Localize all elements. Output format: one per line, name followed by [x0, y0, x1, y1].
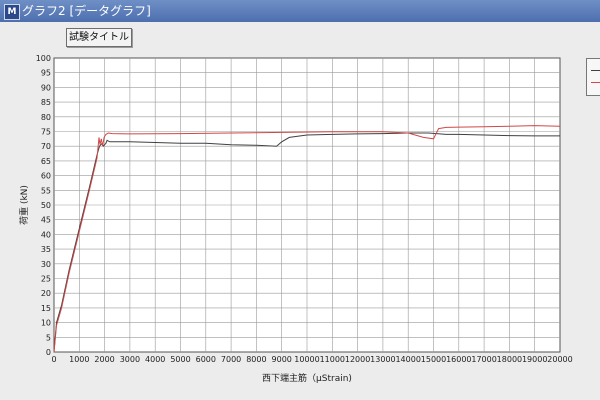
chart-legend [586, 58, 600, 96]
x-tick-label: 19000 [522, 355, 547, 364]
line-chart: 0 5 10 15 20 25 30 35 40 45 50 55 60 65 70 75 80 85 90 95 10… [18, 54, 573, 384]
y-tick-label: 60 [41, 172, 51, 181]
y-tick-label: 30 [41, 260, 51, 269]
x-tick-label: 20000 [547, 355, 572, 364]
y-tick-label: 100 [36, 54, 51, 63]
grid-lines [54, 58, 560, 352]
y-tick-label: 10 [41, 319, 51, 328]
x-tick-label: 15000 [421, 355, 446, 364]
y-tick-label: 95 [41, 69, 51, 78]
y-tick-label: 35 [41, 245, 51, 254]
x-tick-label: 3000 [120, 355, 140, 364]
x-tick-label: 4000 [145, 355, 165, 364]
x-tick-label: 12000 [345, 355, 370, 364]
y-tick-label: 45 [41, 216, 51, 225]
y-tick-label: 75 [41, 128, 51, 137]
x-tick-label: 0 [51, 355, 56, 364]
y-axis-label: 荷重 (kN) [18, 185, 30, 225]
y-tick-label: 70 [41, 142, 51, 151]
legend-swatch-series-2 [591, 82, 600, 83]
y-tick-labels: 0 5 10 15 20 25 30 35 40 45 50 55 60 65 70 75 80 85 90 95 10… [36, 54, 51, 357]
legend-swatch-series-1 [591, 70, 600, 71]
x-tick-label: 7000 [221, 355, 241, 364]
y-tick-label: 5 [46, 333, 51, 342]
x-tick-label: 14000 [395, 355, 420, 364]
x-tick-label: 8000 [246, 355, 266, 364]
x-tick-label: 13000 [370, 355, 395, 364]
x-tick-label: 10000 [294, 355, 319, 364]
x-tick-label: 2000 [94, 355, 114, 364]
y-tick-label: 25 [41, 275, 51, 284]
y-tick-label: 85 [41, 98, 51, 107]
y-tick-label: 40 [41, 230, 51, 239]
x-tick-label: 17000 [471, 355, 496, 364]
x-tick-label: 18000 [497, 355, 522, 364]
x-tick-label: 6000 [196, 355, 216, 364]
y-tick-label: 50 [41, 201, 51, 210]
y-tick-label: 80 [41, 113, 51, 122]
y-tick-label: 55 [41, 186, 51, 195]
x-tick-label: 5000 [170, 355, 190, 364]
y-tick-label: 15 [41, 304, 51, 313]
x-tick-label: 16000 [446, 355, 471, 364]
x-tick-label: 9000 [272, 355, 292, 364]
x-tick-label: 11000 [320, 355, 345, 364]
y-tick-label: 65 [41, 157, 51, 166]
y-tick-label: 90 [41, 83, 51, 92]
y-tick-label: 0 [46, 348, 51, 357]
x-axis-label: 西下端主筋（μStrain) [262, 372, 352, 384]
y-tick-label: 20 [41, 289, 51, 298]
x-tick-label: 1000 [69, 355, 89, 364]
x-tick-labels: 0 1000 2000 3000 4000 5000 6000 7000 8000 9000 100… [51, 355, 572, 364]
